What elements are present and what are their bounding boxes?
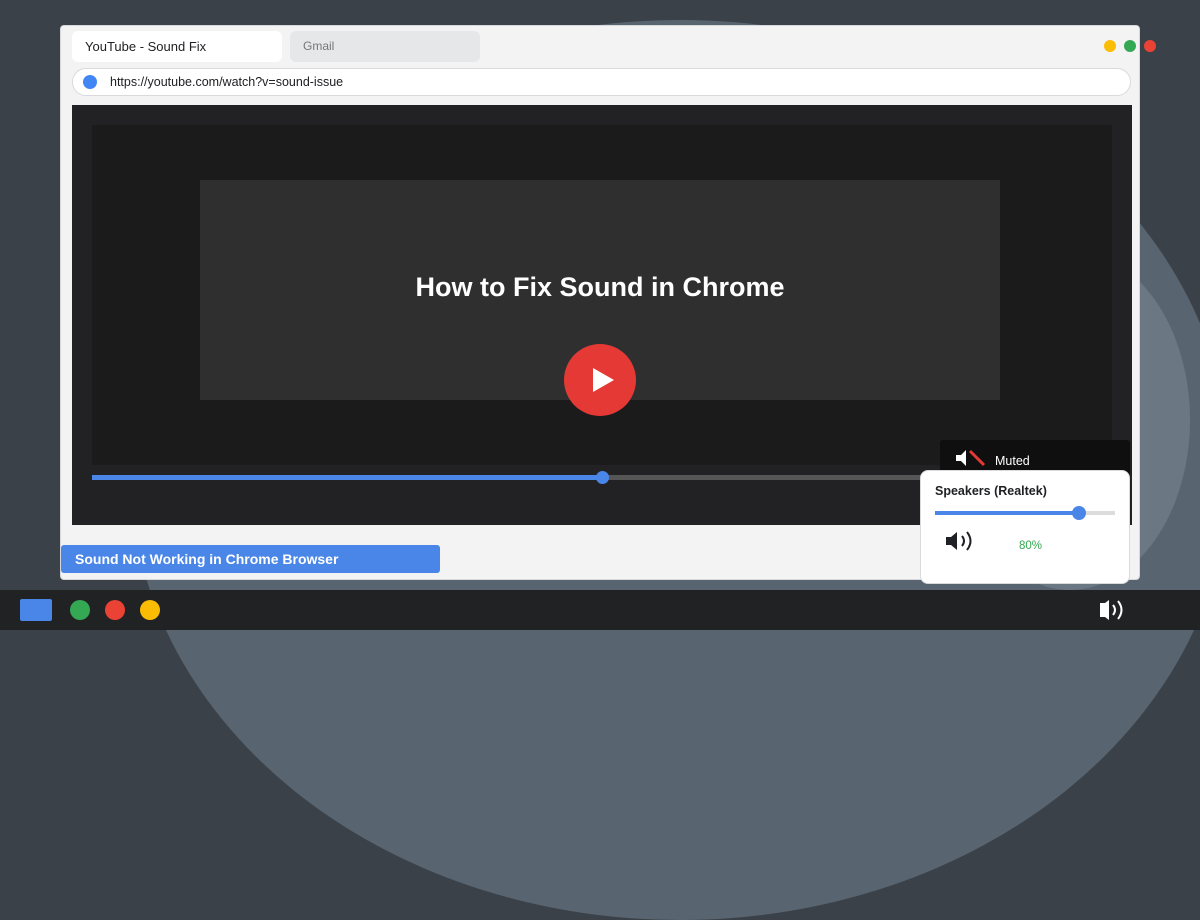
minimize-button[interactable] xyxy=(1104,40,1116,52)
video-frame[interactable]: How to Fix Sound in Chrome Muted xyxy=(92,125,1130,478)
caption-banner: Sound Not Working in Chrome Browser xyxy=(61,545,440,573)
volume-slider-handle[interactable] xyxy=(1072,506,1086,520)
progress-fill xyxy=(92,475,603,480)
video-progress-bar[interactable] xyxy=(92,471,932,484)
red-dot-icon[interactable] xyxy=(105,600,125,620)
volume-panel: Speakers (Realtek) 80% xyxy=(920,470,1130,584)
muted-label: Muted xyxy=(995,454,1030,468)
play-icon xyxy=(593,368,614,392)
address-url[interactable]: https://youtube.com/watch?v=sound-issue xyxy=(110,69,343,95)
tray-speaker-icon[interactable] xyxy=(1097,598,1131,622)
taskbar xyxy=(0,590,1200,630)
volume-percent: 80% xyxy=(1019,540,1043,552)
app-square-icon[interactable] xyxy=(20,599,52,621)
video-player[interactable]: How to Fix Sound in Chrome Muted xyxy=(72,105,1132,525)
video-title: How to Fix Sound in Chrome xyxy=(415,272,785,302)
speaker-muted-icon xyxy=(956,449,986,467)
address-bar[interactable]: https://youtube.com/watch?v=sound-issue xyxy=(72,68,1131,96)
green-dot-icon[interactable] xyxy=(70,600,90,620)
volume-slider[interactable] xyxy=(935,506,1115,520)
tab-gmail[interactable]: Gmail xyxy=(290,31,480,62)
speaker-icon[interactable] xyxy=(943,527,979,555)
output-device-name: Speakers (Realtek) xyxy=(935,484,1047,498)
close-button[interactable] xyxy=(1144,40,1156,52)
site-info-icon[interactable] xyxy=(83,75,97,89)
tab-youtube[interactable]: YouTube - Sound Fix xyxy=(72,31,282,62)
play-button[interactable] xyxy=(564,344,636,416)
progress-scrubber[interactable] xyxy=(596,471,610,484)
yellow-dot-icon[interactable] xyxy=(140,600,160,620)
volume-fill xyxy=(935,511,1079,515)
maximize-button[interactable] xyxy=(1124,40,1136,52)
